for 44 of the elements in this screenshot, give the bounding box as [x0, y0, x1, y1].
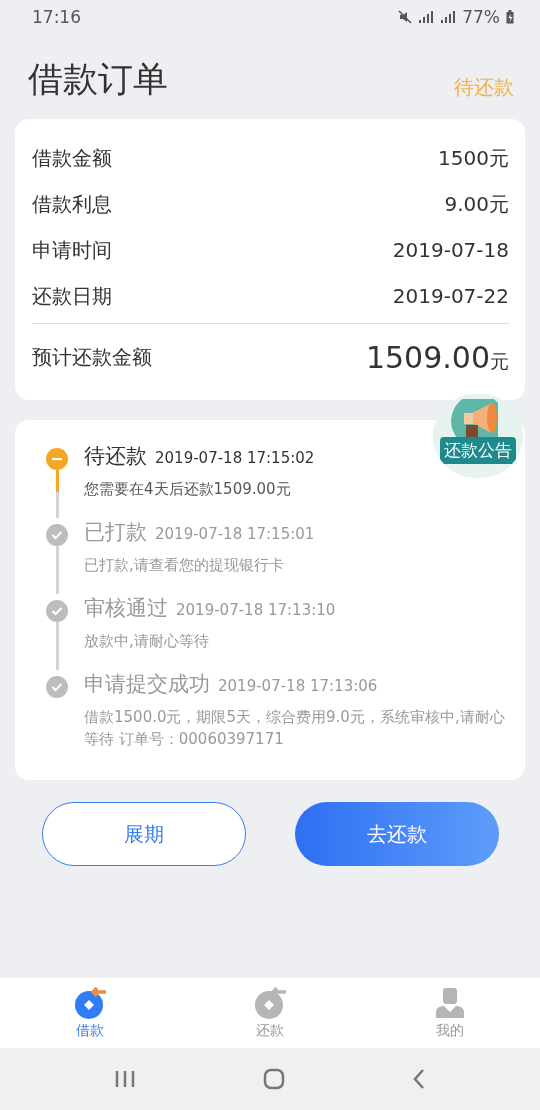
row-label: 申请时间 [32, 236, 112, 264]
row-value: 9.00元 [444, 190, 509, 218]
step-title: 申请提交成功 [84, 671, 210, 698]
nav-tab[interactable]: 借款 [0, 978, 180, 1048]
status-time: 17:16 [32, 7, 81, 27]
recents-icon[interactable] [113, 1069, 136, 1089]
step-time: 2019-07-18 17:15:01 [155, 525, 315, 543]
coin-arrow-icon [73, 986, 107, 1020]
order-status: 待还款 [454, 74, 514, 101]
back-icon[interactable] [412, 1068, 427, 1090]
battery-percent: 77% [462, 7, 500, 27]
total-label: 预计还款金额 [32, 343, 152, 371]
nav-tab[interactable]: 还款 [180, 978, 360, 1048]
step-detail: 已打款,请查看您的提现银行卡 [84, 555, 285, 576]
step-detail: 放款中,请耐心等待 [84, 631, 210, 652]
extend-button[interactable]: 展期 [42, 802, 246, 866]
nav-tab[interactable]: 我的 [360, 978, 540, 1048]
step-title: 审核通过 [84, 595, 168, 622]
coin-arrow-icon [253, 986, 287, 1020]
page-title: 借款订单 [28, 58, 168, 101]
battery-icon [506, 10, 514, 24]
row-value: 1500元 [438, 144, 509, 172]
notice-badge[interactable]: 还款公告 [433, 394, 523, 478]
step-time: 2019-07-18 17:15:02 [155, 449, 315, 467]
row-label: 借款金额 [32, 144, 112, 172]
step-title: 已打款 [84, 519, 147, 546]
total-amount: 1509.00 [365, 339, 490, 375]
badge-label: 还款公告 [440, 437, 516, 464]
signal-icon [418, 11, 435, 23]
step-detail: 借款1500.0元，期限5天，综合费用9.0元，系统审核中,请耐心等待 订单号：00060397171 [84, 707, 506, 750]
signal-icon [440, 11, 457, 23]
row-label: 借款利息 [32, 190, 112, 218]
row-value: 2019-07-22 [392, 284, 509, 308]
person-icon [433, 986, 467, 1020]
step-time: 2019-07-18 17:13:10 [176, 601, 336, 619]
row-label: 还款日期 [32, 282, 112, 310]
repay-button[interactable]: 去还款 [295, 802, 499, 866]
mute-icon [398, 10, 413, 24]
step-time: 2019-07-18 17:13:06 [218, 677, 378, 695]
home-icon[interactable] [263, 1068, 285, 1090]
step-detail: 您需要在4天后还款1509.00元 [84, 479, 292, 500]
row-value: 2019-07-18 [392, 238, 509, 262]
step-title: 待还款 [84, 443, 147, 470]
total-unit: 元 [490, 349, 509, 372]
